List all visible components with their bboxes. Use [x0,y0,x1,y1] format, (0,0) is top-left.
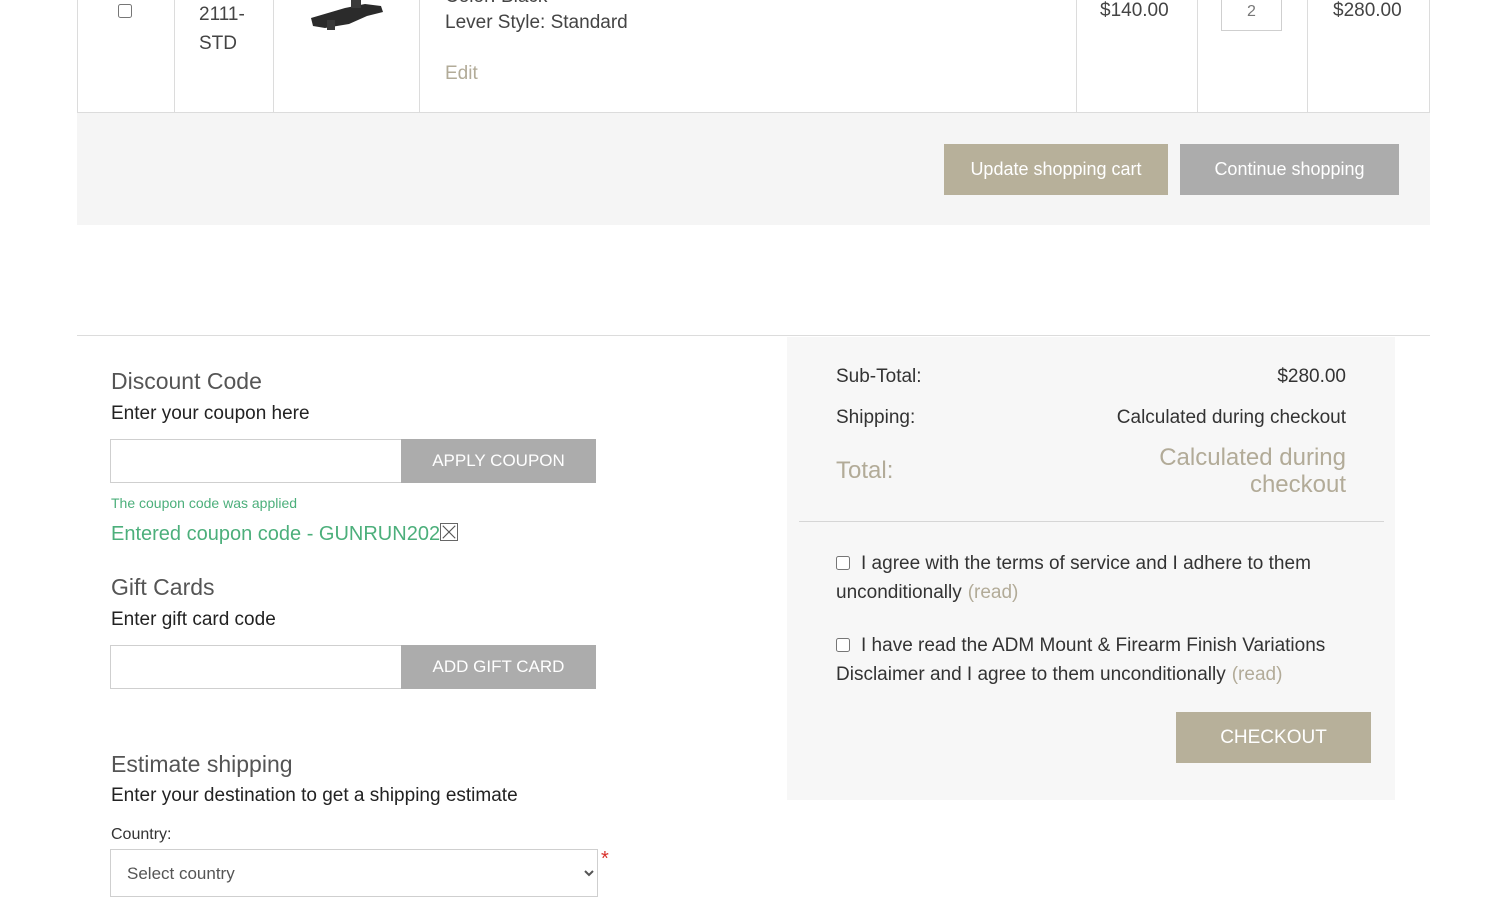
total-value: Calculated during checkout [1159,444,1346,498]
product-image[interactable] [305,0,390,32]
add-gift-card-button[interactable]: ADD GIFT CARD [401,645,596,689]
entered-coupon-code: Entered coupon code - GUNRUN2025 [111,523,452,545]
unit-price: $140.00 [1100,0,1169,21]
estimate-shipping-subtitle: Enter your destination to get a shipping… [111,785,518,806]
gift-cards-subtitle: Enter gift card code [111,609,276,630]
shipping-value: Calculated during checkout [1116,407,1346,428]
terms-text: I agree with the terms of service and I … [836,553,1311,603]
edit-item-link[interactable]: Edit [445,63,478,85]
coupon-success-message: The coupon code was applied [111,495,298,511]
column-divider [174,0,175,112]
discount-title: Discount Code [111,368,262,394]
subtotal-value: $280.00 [1277,366,1346,387]
shipping-label: Shipping: [836,407,916,428]
update-cart-button[interactable]: Update shopping cart [944,144,1168,195]
estimate-shipping-title: Estimate shipping [111,751,293,777]
quantity-input[interactable] [1221,0,1282,31]
disclaimer-agreement: I have read the ADM Mount & Firearm Fini… [836,631,1356,689]
column-divider [1307,0,1308,112]
column-divider [419,0,420,112]
line-total: $280.00 [1333,0,1402,21]
discount-subtitle: Enter your coupon here [111,403,310,424]
disclaimer-read-link[interactable]: (read) [1232,664,1283,685]
gift-card-input[interactable] [110,645,402,689]
column-divider [273,0,274,112]
gift-cards-title: Gift Cards [111,574,215,600]
remove-item-checkbox[interactable] [118,4,132,18]
total-label: Total: [836,457,894,484]
required-indicator: * [601,848,609,870]
coupon-input[interactable] [110,439,402,483]
terms-read-link[interactable]: (read) [968,582,1019,603]
country-label: Country: [111,826,172,843]
column-divider [1197,0,1198,112]
column-divider [1076,0,1077,112]
terms-agreement: I agree with the terms of service and I … [836,549,1356,607]
totals-divider [799,521,1384,522]
checkout-button[interactable]: CHECKOUT [1176,712,1371,763]
subtotal-label: Sub-Total: [836,366,922,387]
product-sku: 2111-STD [199,4,245,54]
apply-coupon-button[interactable]: APPLY COUPON [401,439,596,483]
product-attribute-color: Color: Black [445,0,547,8]
remove-coupon-icon[interactable] [440,523,458,541]
continue-shopping-button[interactable]: Continue shopping [1180,144,1399,195]
section-divider [77,335,1430,336]
product-attribute-lever: Lever Style: Standard [445,12,628,33]
country-select[interactable]: Select country [110,849,598,897]
